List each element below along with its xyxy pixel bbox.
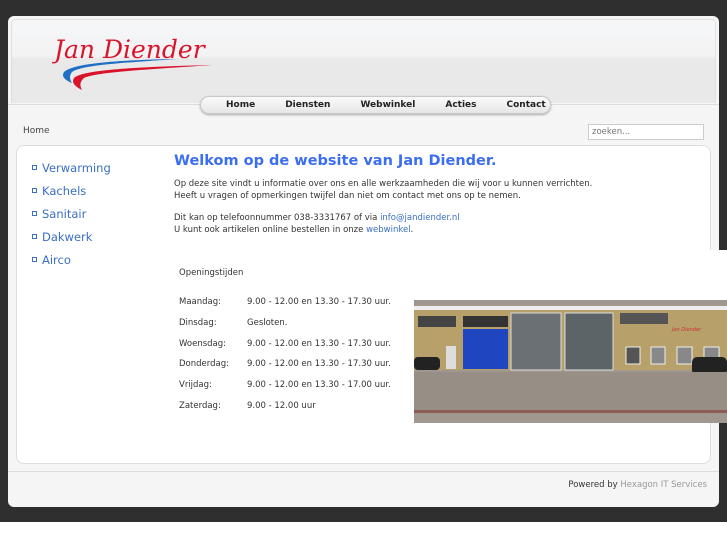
bullet-icon bbox=[32, 234, 37, 239]
hours-row: Zaterdag: 9.00 - 12.00 uur bbox=[179, 401, 316, 411]
time: 9.00 - 12.00 en 13.30 - 17.30 uur. bbox=[247, 297, 391, 307]
hours-title: Openingstijden bbox=[179, 268, 244, 278]
webshop-line: U kunt ook artikelen online bestellen in… bbox=[174, 225, 694, 237]
time: Gesloten. bbox=[247, 318, 288, 328]
sidebar-label: Sanitair bbox=[42, 206, 87, 221]
time: 9.00 - 12.00 en 13.30 - 17.30 uur. bbox=[247, 339, 391, 349]
footer: Powered by Hexagon IT Services bbox=[568, 480, 707, 490]
breadcrumb[interactable]: Home bbox=[23, 126, 50, 136]
nav-home[interactable]: Home bbox=[226, 97, 255, 113]
nav-webwinkel[interactable]: Webwinkel bbox=[360, 97, 415, 113]
bullet-icon bbox=[32, 165, 37, 170]
nav-diensten[interactable]: Diensten bbox=[285, 97, 330, 113]
bullet-icon bbox=[32, 188, 37, 193]
hours-row: Maandag: 9.00 - 12.00 en 13.30 - 17.30 uu… bbox=[179, 297, 391, 307]
time: 9.00 - 12.00 uur bbox=[247, 401, 316, 411]
sidebar-item-verwarming[interactable]: Verwarming bbox=[32, 156, 111, 179]
day: Woensdag: bbox=[179, 339, 227, 349]
contact-text: Dit kan op telefoonnummer 038-3331767 of… bbox=[174, 213, 381, 223]
footer-link[interactable]: Hexagon IT Services bbox=[620, 480, 707, 490]
main-nav: Home Diensten Webwinkel Acties Contact bbox=[200, 96, 551, 114]
sidebar-label: Kachels bbox=[42, 183, 87, 198]
bullet-icon bbox=[32, 257, 37, 262]
header: Jan Diender bbox=[11, 19, 716, 103]
hours-row: Woensdag: 9.00 - 12.00 en 13.30 - 17.30 u… bbox=[179, 339, 391, 349]
hours-row: Dinsdag: Gesloten. bbox=[179, 318, 287, 328]
webshop-text: U kunt ook artikelen online bestellen in… bbox=[174, 224, 367, 235]
email-link[interactable]: info@jandiender.nl bbox=[380, 213, 460, 223]
day: Zaterdag: bbox=[179, 401, 221, 411]
period: . bbox=[410, 224, 414, 235]
intro-line: Op deze site vindt u informatie over ons… bbox=[174, 179, 593, 189]
sidebar-item-dakwerk[interactable]: Dakwerk bbox=[32, 225, 111, 248]
nav-contact[interactable]: Contact bbox=[507, 97, 546, 113]
svg-text:Jan Diender: Jan Diender bbox=[671, 327, 702, 333]
nav-acties[interactable]: Acties bbox=[445, 97, 476, 113]
sidebar-item-kachels[interactable]: Kachels bbox=[32, 179, 111, 202]
day: Maandag: bbox=[179, 297, 222, 307]
building-photo: Jan Diender bbox=[414, 250, 727, 423]
day: Vrijdag: bbox=[179, 380, 212, 390]
day: Donderdag: bbox=[179, 359, 229, 369]
hours-row: Vrijdag: 9.00 - 12.00 en 13.30 - 17.00 uu… bbox=[179, 380, 391, 390]
sidebar-item-sanitair[interactable]: Sanitair bbox=[32, 202, 111, 225]
intro-line: Heeft u vragen of opmerkingen twijfel da… bbox=[174, 190, 521, 201]
sidebar-label: Verwarming bbox=[42, 160, 111, 175]
time: 9.00 - 12.00 en 13.30 - 17.30 uur. bbox=[247, 359, 391, 369]
search-input[interactable] bbox=[588, 124, 704, 140]
logo[interactable]: Jan Diender bbox=[49, 28, 222, 94]
divider bbox=[8, 471, 719, 472]
contact-line: Dit kan op telefoonnummer 038-3331767 of… bbox=[174, 213, 694, 225]
logo-text: Jan Diender bbox=[52, 35, 207, 64]
sidebar-label: Dakwerk bbox=[42, 229, 93, 244]
hours-row: Donderdag: 9.00 - 12.00 en 13.30 - 17.30 … bbox=[179, 359, 391, 369]
sidebar: Verwarming Kachels Sanitair Dakwerk Airc… bbox=[32, 156, 111, 271]
page-title: Welkom op de website van Jan Diender. bbox=[174, 153, 497, 169]
day: Dinsdag: bbox=[179, 318, 217, 328]
time: 9.00 - 12.00 en 13.30 - 17.00 uur. bbox=[247, 380, 391, 390]
main-content: Welkom op de website van Jan Diender. Op… bbox=[174, 153, 694, 236]
bullet-icon bbox=[32, 211, 37, 216]
webshop-link[interactable]: webwinkel bbox=[366, 225, 411, 235]
sidebar-label: Airco bbox=[42, 252, 71, 267]
footer-text: Powered by bbox=[568, 480, 621, 490]
sidebar-item-airco[interactable]: Airco bbox=[32, 248, 111, 271]
